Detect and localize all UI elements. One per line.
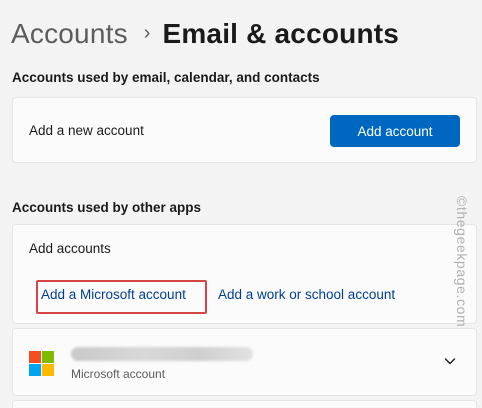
microsoft-account-entry[interactable]: Microsoft account: [12, 328, 477, 396]
add-microsoft-account-link[interactable]: Add a Microsoft account: [41, 287, 186, 302]
logo-tile-red: [29, 351, 41, 363]
account-type-label: Microsoft account: [71, 367, 166, 381]
redacted-email: [71, 347, 253, 361]
logo-tile-yellow: [42, 364, 54, 376]
section-title-email: Accounts used by email, calendar, and co…: [12, 70, 320, 85]
breadcrumb-separator-icon: ›: [143, 21, 151, 44]
add-new-account-card: Add a new account Add account: [12, 97, 477, 163]
next-account-entry[interactable]: [12, 400, 477, 408]
add-accounts-card: Add accounts Add a Microsoft account Add…: [12, 224, 477, 324]
microsoft-logo-icon: [29, 351, 54, 376]
logo-tile-green: [42, 351, 54, 363]
page-title: Email & accounts: [162, 18, 400, 49]
settings-page: Accounts › Email & accounts Accounts use…: [0, 0, 482, 408]
logo-tile-blue: [29, 364, 41, 376]
add-new-account-label: Add a new account: [29, 123, 144, 138]
breadcrumb: Accounts › Email & accounts: [11, 14, 399, 54]
watermark-text: ©thegeekpage.com: [454, 196, 470, 328]
breadcrumb-accounts[interactable]: Accounts: [11, 18, 128, 50]
section-title-other-apps: Accounts used by other apps: [12, 200, 202, 215]
chevron-down-icon[interactable]: [442, 353, 458, 369]
add-account-button[interactable]: Add account: [330, 115, 460, 147]
add-accounts-label: Add accounts: [29, 241, 111, 256]
add-work-school-account-link[interactable]: Add a work or school account: [218, 287, 395, 302]
